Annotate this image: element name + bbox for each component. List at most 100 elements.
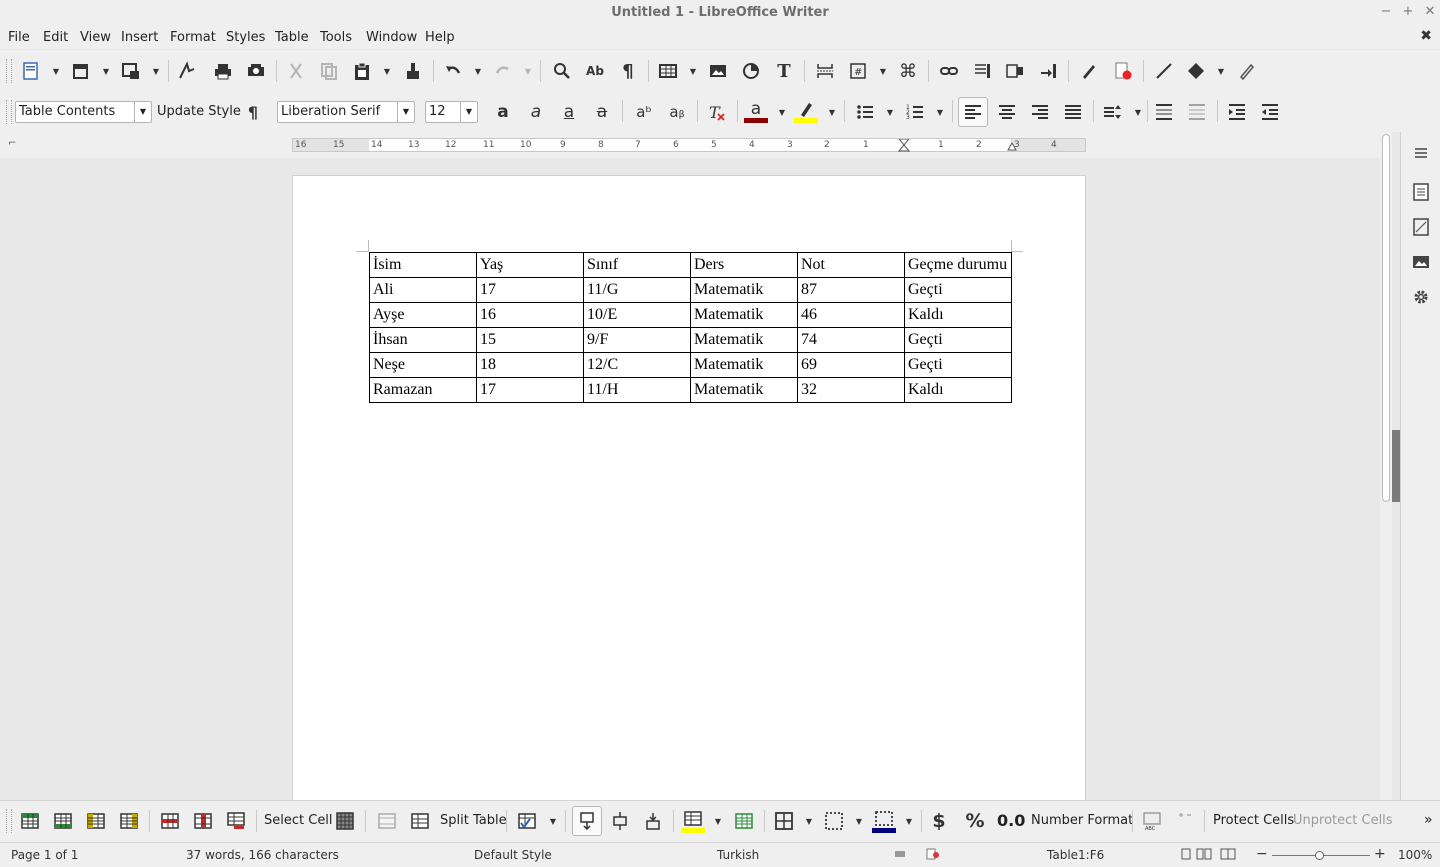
table-cell[interactable]: Matematik (690, 277, 798, 303)
align-center-icon[interactable] (996, 101, 1018, 123)
properties-icon[interactable] (1411, 182, 1431, 202)
navigator-gear-icon[interactable] (1411, 287, 1431, 307)
paste-icon[interactable] (351, 60, 373, 82)
single-page-view-icon[interactable] (1180, 848, 1192, 860)
line-spacing-icon[interactable] (1101, 101, 1123, 123)
table-cell[interactable]: Matematik (690, 377, 798, 403)
table-cell[interactable]: 12/C (583, 352, 691, 378)
tab-stop-selector-icon[interactable]: ⌐ (8, 138, 16, 149)
insert-rows-above-icon[interactable] (19, 810, 41, 832)
close-window-button[interactable]: ✕ (1422, 4, 1438, 20)
border-style-icon[interactable] (823, 810, 845, 832)
numbering-icon[interactable]: 123 (904, 101, 926, 123)
scrollbar-thumb[interactable] (1382, 134, 1390, 502)
number-format-button[interactable]: Number Format (1031, 813, 1133, 828)
insert-chart-icon[interactable] (740, 60, 762, 82)
unprotect-cells-button[interactable]: Unprotect Cells (1293, 813, 1393, 828)
menu-window[interactable]: Window (366, 30, 417, 45)
update-style-button[interactable]: Update Style (157, 104, 241, 119)
shapes-dropdown-icon[interactable]: ▼ (1217, 60, 1225, 82)
table-cell[interactable]: Not (797, 252, 905, 278)
font-color-icon[interactable]: a (744, 98, 768, 124)
undo-icon[interactable] (442, 60, 464, 82)
bullets-icon[interactable] (854, 101, 876, 123)
table-cell[interactable]: Ders (690, 252, 798, 278)
table-cell[interactable]: Ramazan (369, 377, 477, 403)
numbering-dropdown-icon[interactable]: ▼ (936, 101, 944, 123)
decrease-indent-icon[interactable] (1259, 101, 1281, 123)
menu-tools[interactable]: Tools (320, 30, 352, 45)
toolbar-handle[interactable] (6, 59, 12, 83)
border-color-icon[interactable] (872, 808, 896, 834)
cut-icon[interactable] (285, 60, 307, 82)
sidebar-collapse-handle[interactable] (1392, 430, 1400, 502)
decrease-paragraph-spacing-icon[interactable] (1186, 101, 1208, 123)
table-cell[interactable]: Geçti (904, 352, 1012, 378)
hyperlink-icon[interactable] (938, 60, 960, 82)
document-canvas[interactable]: İsim Yaş Sınıf Ders Not Geçme durumu Ali… (0, 158, 1380, 800)
data-table[interactable]: İsim Yaş Sınıf Ders Not Geçme durumu Ali… (369, 252, 1012, 403)
draw-icon[interactable] (1236, 60, 1258, 82)
table-cell[interactable]: Geçti (904, 327, 1012, 353)
special-character-icon[interactable]: ⌘ (897, 60, 919, 82)
save-dropdown-icon[interactable]: ▼ (152, 60, 160, 82)
insert-columns-after-icon[interactable] (118, 810, 140, 832)
clear-formatting-icon[interactable]: T (706, 101, 728, 123)
insert-rows-below-icon[interactable] (52, 810, 74, 832)
print-icon[interactable] (212, 60, 234, 82)
border-style-dropdown-icon[interactable]: ▼ (855, 810, 863, 832)
highlight-dropdown-icon[interactable]: ▼ (828, 101, 836, 123)
find-replace-icon[interactable] (551, 60, 573, 82)
show-draw-functions-icon[interactable] (1112, 60, 1134, 82)
insert-image-icon[interactable] (707, 60, 729, 82)
highlight-color-icon[interactable] (794, 98, 818, 124)
table-dropdown-icon[interactable]: ▼ (689, 60, 697, 82)
table-cell[interactable]: 18 (476, 352, 584, 378)
table-cell[interactable]: Matematik (690, 327, 798, 353)
menu-view[interactable]: View (80, 30, 111, 45)
export-pdf-icon[interactable] (176, 60, 198, 82)
align-right-icon[interactable] (1029, 101, 1051, 123)
paste-dropdown-icon[interactable]: ▼ (383, 60, 391, 82)
insert-formula-icon[interactable] (1174, 810, 1196, 832)
vertical-scrollbar[interactable] (1380, 132, 1392, 800)
merge-cells-icon[interactable] (376, 810, 398, 832)
cross-reference-icon[interactable] (1037, 60, 1059, 82)
italic-icon[interactable]: a (525, 101, 547, 123)
page-number[interactable]: Page 1 of 1 (11, 848, 78, 862)
page-break-icon[interactable] (814, 60, 836, 82)
menu-help[interactable]: Help (425, 30, 455, 45)
table-cell[interactable]: 87 (797, 277, 905, 303)
horizontal-ruler[interactable]: 16 15 14 13 12 11 10 9 8 7 6 5 4 3 2 1 1… (292, 138, 1086, 152)
table-cell[interactable]: Geçme durumu (904, 252, 1012, 278)
toolbar-handle[interactable] (6, 100, 12, 124)
close-document-icon[interactable]: ✖ (1420, 28, 1432, 44)
new-dropdown-icon[interactable]: ▼ (52, 60, 60, 82)
table-cell[interactable]: Ayşe (369, 302, 477, 328)
table-cell[interactable]: 46 (797, 302, 905, 328)
footnote-icon[interactable] (971, 60, 993, 82)
text-box-icon[interactable]: T (773, 60, 795, 82)
table-cell[interactable]: Kaldı (904, 302, 1012, 328)
select-cell-button[interactable]: Select Cell (264, 813, 333, 828)
track-changes-icon[interactable] (1078, 60, 1100, 82)
subscript-icon[interactable]: aᵦ (666, 101, 688, 123)
table-cell[interactable]: 15 (476, 327, 584, 353)
copy-icon[interactable] (318, 60, 340, 82)
new-style-icon[interactable]: ¶ (242, 101, 264, 123)
redo-dropdown-icon[interactable]: ▼ (524, 60, 532, 82)
underline-icon[interactable]: a (558, 101, 580, 123)
table-cell[interactable]: İsim (369, 252, 477, 278)
select-table-icon[interactable] (334, 810, 356, 832)
table-cell[interactable]: 11/G (583, 277, 691, 303)
save-icon[interactable] (120, 60, 142, 82)
field-dropdown-icon[interactable]: ▼ (879, 60, 887, 82)
zoom-out-icon[interactable]: − (1256, 846, 1268, 862)
delete-rows-icon[interactable] (159, 810, 181, 832)
book-view-icon[interactable] (1220, 848, 1236, 860)
decimal-format-button[interactable]: 0.0 (997, 811, 1025, 830)
table-cell-reference[interactable]: Table1:F6 (1047, 848, 1104, 862)
table-cell[interactable]: 32 (797, 377, 905, 403)
undo-dropdown-icon[interactable]: ▼ (474, 60, 482, 82)
language[interactable]: Turkish (717, 848, 759, 862)
